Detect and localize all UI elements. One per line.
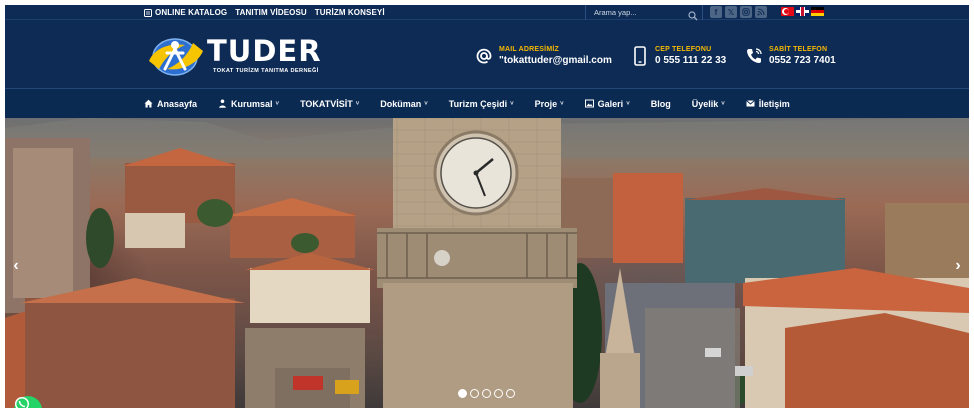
main-nav: Anasayfa Kurumsal ˅ TOKATVİSİT ˅ Doküman… [5,88,969,118]
nav-item-contact[interactable]: İletişim [745,98,790,109]
nav-item-membership[interactable]: Üyelik ˅ [692,99,725,109]
promo-video-label: TANITIM VİDEOSU [235,8,307,17]
nav-item-label: Üyelik [691,98,719,109]
nav-item-label: Turizm Çeşidi [448,98,508,109]
chevron-down-icon: ˅ [626,100,630,107]
contact-landline[interactable]: SABİT TELEFON 0552 723 7401 [745,45,836,67]
contact-mobile[interactable]: CEP TELEFONU 0 555 111 22 33 [631,45,726,67]
users-icon [218,99,227,108]
online-catalog-label: ONLINE KATALOG [155,8,228,17]
mobile-phone-icon [631,46,649,66]
promo-video-link[interactable]: TANITIM VİDEOSU [235,8,307,17]
phone-icon [745,46,763,66]
slider-dot-5[interactable] [506,389,515,398]
slider-next-button[interactable]: › [951,256,965,276]
nav-item-blog[interactable]: Blog [651,99,671,109]
contact-email[interactable]: MAIL ADRESİMİZ "tokattuder@gmail.com [475,45,612,67]
nav-item-label: İletişim [758,98,790,109]
logo-subtitle: TOKAT TURİZM TANITMA DERNEĞİ [213,68,319,74]
slider-dot-2[interactable] [470,389,479,398]
top-bar: ONLINE KATALOG TANITIM VİDEOSU TURİZM KO… [5,5,969,21]
nav-item-label: Blog [650,98,671,109]
contact-mobile-value: 0 555 111 22 33 [655,55,727,66]
nav-item-label: Doküman [380,98,422,109]
search-box [585,5,703,21]
page-frame: ONLINE KATALOG TANITIM VİDEOSU TURİZM KO… [5,5,969,408]
book-icon [144,8,152,17]
tourism-council-label: TURİZM KONSEYİ [314,8,385,17]
x-twitter-icon[interactable]: 𝕏 [725,6,737,18]
tr-flag-icon[interactable] [781,7,794,16]
contact-landline-value: 0552 723 7401 [769,55,836,66]
contact-email-label: MAIL ADRESİMİZ [499,46,559,53]
nav-items: Anasayfa Kurumsal ˅ TOKATVİSİT ˅ Doküman… [144,89,811,118]
nav-item-label: Galeri [597,98,624,109]
nav-item-label: Anasayfa [157,98,198,109]
instagram-icon[interactable] [740,6,752,18]
slider-dot-3[interactable] [482,389,491,398]
whatsapp-icon [14,396,30,408]
search-icon[interactable] [688,8,698,21]
nav-item-label: TOKATVİSİT [300,98,353,109]
online-catalog-link[interactable]: ONLINE KATALOG [144,8,227,17]
nav-item-label: Proje [534,98,558,109]
chevron-down-icon: ˅ [560,100,564,107]
slider-pagination [458,389,515,398]
nav-item-tokatvisit[interactable]: TOKATVİSİT ˅ [300,99,359,109]
contact-mobile-label: CEP TELEFONU [655,46,712,53]
facebook-icon[interactable]: f [710,6,722,18]
nav-item-documents[interactable]: Doküman ˅ [380,99,428,109]
nav-item-project[interactable]: Proje ˅ [535,99,564,109]
site-header: TUDER TOKAT TURİZM TANITMA DERNEĞİ MAIL … [5,21,969,88]
logo-emblem-icon [149,38,203,76]
site-logo[interactable]: TUDER TOKAT TURİZM TANITMA DERNEĞİ [145,31,335,81]
nav-item-corporate[interactable]: Kurumsal ˅ [218,99,279,109]
slider-prev-button[interactable]: ‹ [9,256,23,276]
city-photo [5,118,969,408]
tourism-council-link[interactable]: TURİZM KONSEYİ [315,8,385,17]
logo-name: TUDER [207,34,322,68]
chevron-down-icon: ˅ [510,100,514,107]
envelope-icon [745,99,755,108]
chevron-down-icon: ˅ [275,100,280,107]
image-icon [584,99,594,108]
top-links: ONLINE KATALOG TANITIM VİDEOSU TURİZM KO… [144,5,385,20]
en-flag-icon[interactable] [796,7,809,16]
home-icon [144,99,153,108]
nav-item-gallery[interactable]: Galeri ˅ [584,98,630,109]
nav-item-home[interactable]: Anasayfa [144,99,197,109]
hero-slider[interactable]: ‹ › [5,118,969,408]
search-input[interactable] [586,8,682,17]
de-flag-icon[interactable] [811,7,824,16]
slider-dot-4[interactable] [494,389,503,398]
social-links: f 𝕏 [710,6,767,18]
chevron-down-icon: ˅ [355,100,360,107]
language-switcher [781,6,824,16]
contact-email-value: "tokattuder@gmail.com [499,55,612,66]
slider-dot-1[interactable] [458,389,467,398]
chevron-down-icon: ˅ [424,100,428,107]
rss-icon[interactable] [755,6,767,18]
nav-item-tourism-types[interactable]: Turizm Çeşidi ˅ [449,99,514,109]
nav-item-label: Kurumsal [231,98,273,109]
contact-landline-label: SABİT TELEFON [769,46,828,53]
chevron-down-icon: ˅ [721,100,725,107]
at-icon [475,46,493,66]
